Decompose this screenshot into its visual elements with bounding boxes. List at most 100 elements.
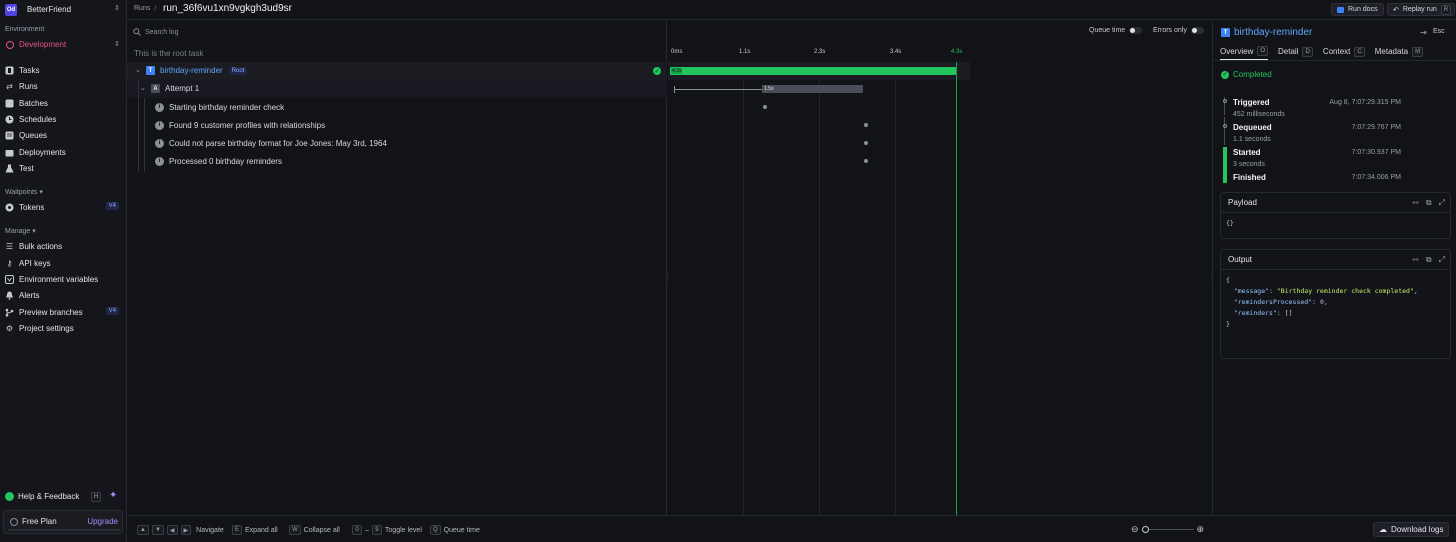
queue-time-label: Queue time xyxy=(1089,27,1126,34)
toggle-level-hint[interactable]: 0 – 9 Toggle level xyxy=(352,525,422,535)
log-event-dot[interactable] xyxy=(864,123,868,127)
root-tag: Root xyxy=(228,66,248,75)
code-brace: } xyxy=(1226,320,1230,328)
log-row[interactable]: i Processed 0 birthday reminders xyxy=(155,152,282,170)
sidebar-item-label: Test xyxy=(19,163,34,173)
ai-sparkle-icon[interactable]: ✦ xyxy=(109,490,117,501)
sidebar-item-bulk-actions[interactable]: ☰ Bulk actions xyxy=(5,239,123,253)
copy-icon[interactable]: ⧉ xyxy=(1426,198,1432,208)
environment-selector[interactable]: Development xyxy=(19,40,66,49)
timeline-node-icon xyxy=(1223,124,1227,128)
log-row[interactable]: i Found 9 customer profiles with relatio… xyxy=(155,116,325,134)
tab-label: Detail xyxy=(1278,47,1299,56)
v4-badge: V4 xyxy=(105,202,119,210)
zoom-out-icon[interactable]: ⊖ xyxy=(1131,524,1139,535)
sidebar-item-label: Bulk actions xyxy=(19,241,63,251)
download-cloud-icon: ☁ xyxy=(1379,525,1387,534)
expand-icon[interactable]: ⤢ xyxy=(1439,255,1445,265)
upgrade-link[interactable]: Upgrade xyxy=(87,517,118,526)
status-badge: ✓ Completed xyxy=(1221,70,1272,79)
sidebar-item-preview-branches[interactable]: Preview branches V4 xyxy=(5,305,123,319)
info-icon: i xyxy=(155,138,164,148)
output-title: Output xyxy=(1228,255,1253,264)
timeline-time: 7:07:29.767 PM xyxy=(1351,124,1401,131)
help-feedback-button[interactable]: Help & Feedback xyxy=(5,492,79,501)
collapse-chevron-icon[interactable]: ⌄ xyxy=(140,84,146,92)
status-text: Completed xyxy=(1233,70,1272,79)
task-icon: T xyxy=(1221,28,1230,37)
run-docs-button[interactable]: Run docs xyxy=(1331,3,1384,16)
queues-icon xyxy=(5,131,14,140)
sidebar-item-runs[interactable]: ⇄ Runs xyxy=(5,79,123,93)
sidebar-item-project-settings[interactable]: ⚙ Project settings xyxy=(5,321,123,335)
wrap-toggle-icon[interactable]: ⇿ xyxy=(1412,198,1419,208)
sidebar-item-tasks[interactable]: Tasks xyxy=(5,63,123,77)
sidebar-item-queues[interactable]: Queues xyxy=(5,128,123,142)
tab-shortcut-key: O xyxy=(1257,46,1269,56)
waitpoints-section-label[interactable]: Waitpoints ▾ xyxy=(5,188,43,196)
org-name[interactable]: BetterFriend xyxy=(27,5,71,14)
level-key-from: 0 xyxy=(352,525,362,535)
root-duration-bar[interactable] xyxy=(670,67,956,75)
sidebar-item-api-keys[interactable]: ⚷ API keys xyxy=(5,256,123,270)
tab-context[interactable]: Context C xyxy=(1323,46,1365,60)
attempt-duration-bar[interactable] xyxy=(762,85,863,93)
sidebar-item-deployments[interactable]: Deployments xyxy=(5,145,123,159)
sidebar-item-batches[interactable]: Batches xyxy=(5,96,123,110)
tasks-icon xyxy=(5,66,14,75)
wrap-toggle-icon[interactable]: ⇿ xyxy=(1412,255,1419,265)
sidebar-item-schedules[interactable]: Schedules xyxy=(5,112,123,126)
log-event-dot[interactable] xyxy=(864,159,868,163)
collapse-all-hint[interactable]: W Collapse all xyxy=(289,525,340,535)
log-row[interactable]: i Starting birthday reminder check xyxy=(155,98,284,116)
environment-chevron-icon[interactable]: ⇕ xyxy=(114,40,120,48)
search-log-field[interactable]: Search log xyxy=(133,28,178,36)
root-task-title: birthday-reminder Root xyxy=(155,66,248,75)
collapse-panel-icon[interactable]: ⇥ xyxy=(1420,28,1427,37)
output-header: Output ⇿ ⧉ ⤢ xyxy=(1221,250,1450,270)
org-switcher-chevron-icon[interactable]: ⇕ xyxy=(114,4,120,12)
expand-all-hint[interactable]: E Expand all xyxy=(232,525,278,535)
replay-run-button[interactable]: ↶ Replay run R xyxy=(1387,3,1456,16)
token-icon xyxy=(5,203,14,212)
copy-icon[interactable]: ⧉ xyxy=(1426,255,1432,265)
expand-icon[interactable]: ⤢ xyxy=(1439,198,1445,208)
log-event-dot[interactable] xyxy=(763,105,767,109)
zoom-slider[interactable] xyxy=(1141,525,1194,534)
log-row[interactable]: i Could not parse birthday format for Jo… xyxy=(155,134,387,152)
close-panel-button[interactable]: Esc xyxy=(1433,28,1445,35)
tab-detail[interactable]: Detail D xyxy=(1278,46,1313,60)
environment-label: Environment xyxy=(5,26,45,33)
sidebar-item-tokens[interactable]: Tokens V4 xyxy=(5,200,123,214)
download-logs-button[interactable]: ☁ Download logs xyxy=(1373,522,1450,537)
sidebar-item-test[interactable]: Test xyxy=(5,161,123,175)
tab-label: Metadata xyxy=(1374,47,1409,56)
run-docs-label: Run docs xyxy=(1348,6,1378,13)
queue-time-hint[interactable]: Q Queue time xyxy=(430,525,480,535)
org-avatar[interactable]: Od xyxy=(5,4,17,16)
root-duration-label: 4.3s xyxy=(671,68,683,74)
attempt-icon: A xyxy=(151,84,160,93)
task-icon: T xyxy=(146,66,155,75)
manage-section-label[interactable]: Manage ▾ xyxy=(5,227,36,235)
tab-overview[interactable]: Overview O xyxy=(1220,46,1269,60)
timeline-time: 7:07:34.006 PM xyxy=(1351,174,1401,181)
gear-icon: ⚙ xyxy=(5,323,14,333)
detail-task-name: birthday-reminder xyxy=(1234,27,1313,38)
queue-time-toggle[interactable]: Queue time xyxy=(1089,27,1143,34)
errors-only-toggle[interactable]: Errors only xyxy=(1153,27,1204,34)
tab-metadata[interactable]: Metadata M xyxy=(1374,46,1424,60)
tree-guide-line xyxy=(144,98,145,172)
collapse-chevron-icon[interactable]: ⌄ xyxy=(135,66,141,74)
zoom-in-icon[interactable]: ⊕ xyxy=(1197,524,1205,535)
breadcrumb-runs[interactable]: Runs xyxy=(134,5,150,12)
tree-row-root-task[interactable]: ⌄ T birthday-reminder Root ✓ xyxy=(127,62,667,80)
plan-usage-bar xyxy=(8,529,120,531)
tree-row-attempt[interactable]: ⌄ A Attempt 1 xyxy=(127,80,667,98)
sidebar-item-environment-variables[interactable]: Environment variables xyxy=(5,272,123,286)
errors-only-switch[interactable] xyxy=(1190,27,1204,34)
queue-time-switch[interactable] xyxy=(1129,27,1143,34)
zoom-slider-handle[interactable] xyxy=(1141,525,1149,533)
sidebar-item-alerts[interactable]: Alerts xyxy=(5,288,123,302)
log-event-dot[interactable] xyxy=(864,141,868,145)
